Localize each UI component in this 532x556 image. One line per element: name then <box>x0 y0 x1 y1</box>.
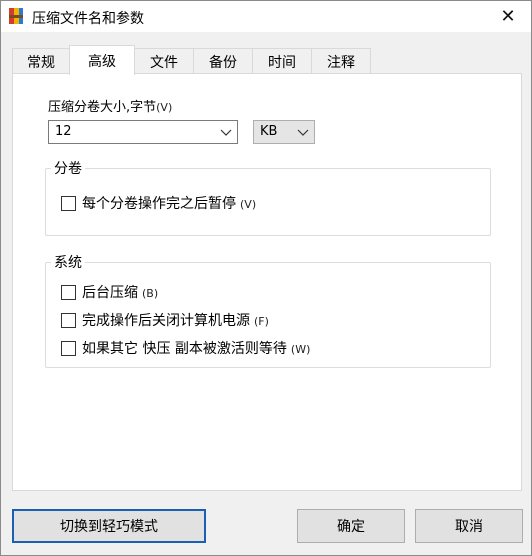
close-button[interactable]: ✕ <box>485 1 531 32</box>
shutdown-after-text: 完成操作后关闭计算机电源 <box>82 313 250 329</box>
wait-other-copy-label: 如果其它 快压 副本被激活则等待 (W) <box>82 338 310 358</box>
background-compress-label: 后台压缩 (B) <box>82 282 158 302</box>
window-title: 压缩文件名和参数 <box>32 11 144 27</box>
volume-unit-value: KB <box>260 124 278 139</box>
tab-time[interactable]: 时间 <box>252 48 312 74</box>
ok-button[interactable]: 确定 <box>297 509 405 543</box>
title-bar: 压缩文件名和参数 ✕ <box>1 1 531 32</box>
cancel-button[interactable]: 取消 <box>415 509 523 543</box>
wait-other-copy-option[interactable]: 如果其它 快压 副本被激活则等待 (W) <box>61 339 310 357</box>
volume-size-label: 压缩分卷大小,字节(V) <box>48 96 172 115</box>
shutdown-after-checkbox[interactable] <box>61 312 76 328</box>
pause-label-text: 每个分卷操作完之后暂停 <box>82 196 236 212</box>
volume-size-value: 12 <box>55 124 72 139</box>
tab-strip: 常规 高级 文件 备份 时间 注释 <box>12 45 522 75</box>
wait-other-copy-text: 如果其它 快压 副本被激活则等待 <box>82 341 287 357</box>
system-group-title: 系统 <box>51 252 85 272</box>
system-groupbox: 系统 后台压缩 (B) 完成操作后关闭计算机电源 (F) 如果其它 快压 副本被激活… <box>45 252 491 368</box>
pause-after-volume-label: 每个分卷操作完之后暂停 (V) <box>82 193 256 213</box>
split-groupbox: 分卷 每个分卷操作完之后暂停 (V) <box>45 158 491 236</box>
volume-size-combobox[interactable]: 12 <box>48 120 238 144</box>
volume-size-hotkey: (V) <box>156 101 173 114</box>
switch-simple-mode-button[interactable]: 切换到轻巧模式 <box>12 509 206 543</box>
pause-after-volume-checkbox[interactable] <box>61 195 76 211</box>
tab-general[interactable]: 常规 <box>12 48 70 74</box>
background-compress-option[interactable]: 后台压缩 (B) <box>61 283 158 301</box>
shutdown-after-option[interactable]: 完成操作后关闭计算机电源 (F) <box>61 311 269 329</box>
close-icon: ✕ <box>500 6 516 27</box>
app-icon <box>9 8 23 24</box>
chevron-down-icon <box>297 129 309 136</box>
shutdown-after-label: 完成操作后关闭计算机电源 (F) <box>82 310 269 330</box>
volume-unit-select[interactable]: KB <box>253 120 315 144</box>
tab-comment[interactable]: 注释 <box>311 48 371 74</box>
tab-advanced[interactable]: 高级 <box>69 45 135 75</box>
wait-other-copy-checkbox[interactable] <box>61 340 76 356</box>
background-compress-hotkey: (B) <box>142 287 159 300</box>
dialog-window: 压缩文件名和参数 ✕ 常规 高级 文件 备份 时间 注释 压缩分卷大小,字节(V… <box>0 0 532 556</box>
chevron-down-icon <box>220 129 232 136</box>
background-compress-checkbox[interactable] <box>61 284 76 300</box>
wait-other-copy-hotkey: (W) <box>290 343 311 356</box>
split-group-title: 分卷 <box>51 158 85 178</box>
tab-files[interactable]: 文件 <box>134 48 194 74</box>
advanced-panel: 压缩分卷大小,字节(V) 12 KB 分卷 每个分卷操作完之后暂停(V) 系统 <box>12 73 522 491</box>
background-compress-text: 后台压缩 <box>82 285 138 301</box>
volume-size-label-text: 压缩分卷大小,字节 <box>48 100 157 115</box>
pause-hotkey: (V) <box>240 198 257 211</box>
pause-after-volume-option[interactable]: 每个分卷操作完之后暂停 (V) <box>61 194 256 212</box>
shutdown-after-hotkey: (F) <box>254 315 269 328</box>
tab-backup[interactable]: 备份 <box>193 48 253 74</box>
